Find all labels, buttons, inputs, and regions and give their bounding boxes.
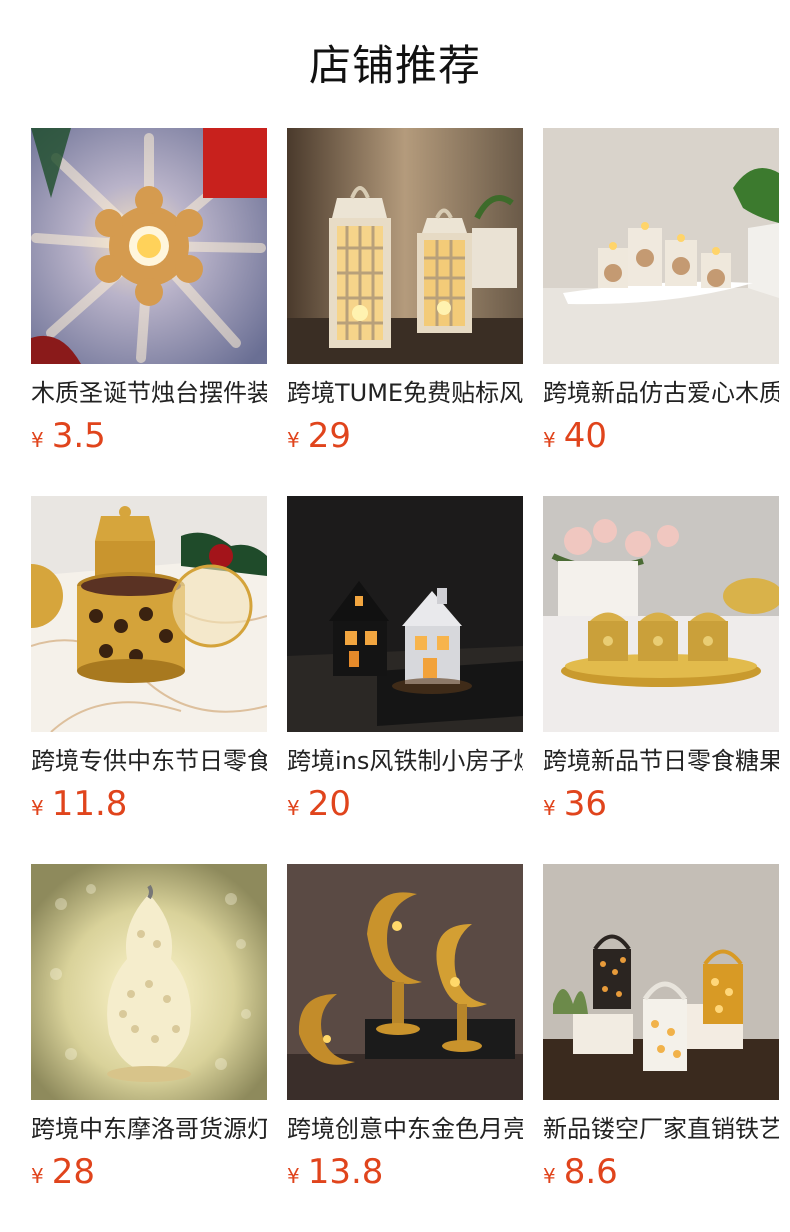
product-image-gourd-lamp[interactable] [31,864,267,1100]
price-value: 20 [307,784,351,824]
product-price: ¥36 [543,784,779,830]
product-price: ¥40 [543,416,779,462]
product-price: ¥13.8 [287,1152,523,1198]
price-value: 13.8 [307,1152,384,1192]
product-image-snowflake-candle-holder[interactable] [31,128,267,364]
section-title: 店铺推荐 [308,41,481,90]
product-name[interactable]: 跨境新品节日零食糖果罐托盘 [543,744,779,778]
product-name[interactable]: 木质圣诞节烛台摆件装饰 [31,376,267,410]
product-price: ¥20 [287,784,523,830]
product-card[interactable]: 跨境专供中东节日零食糖果罐 ¥11.8 [31,496,267,864]
product-card[interactable]: 跨境ins风铁制小房子烛台 ¥20 [287,496,523,864]
price-value: 36 [563,784,607,824]
product-price: ¥28 [31,1152,267,1198]
price-value: 29 [307,416,351,456]
price-value: 8.6 [563,1152,618,1192]
product-image-hollow-iron-lanterns[interactable] [543,864,779,1100]
currency-symbol: ¥ [31,796,44,820]
shop-recommendations-page: 店铺推荐 木质圣诞节烛台摆件装 ¥ 3.5 跨境TUME免费贴标风灯 ¥ 29 … [0,0,790,1232]
product-card[interactable]: 跨境中东摩洛哥货源灯笼 ¥28 [31,864,267,1232]
product-name[interactable]: 跨境创意中东金色月亮烛台 [287,1112,523,1146]
price-value: 11.8 [51,784,128,824]
product-name[interactable]: 跨境中东摩洛哥货源灯笼 [31,1112,267,1146]
product-card[interactable]: 跨境新品仿古爱心木质烛台 ¥40 [543,128,779,496]
price-value: 3.5 [51,416,106,456]
product-card[interactable]: 跨境TUME免费贴标风灯 ¥29 [287,128,523,496]
product-card[interactable]: 跨境创意中东金色月亮烛台 ¥13.8 [287,864,523,1232]
product-name[interactable]: 跨境新品仿古爱心木质烛台 [543,376,779,410]
product-image-gold-moon-holders[interactable] [287,864,523,1100]
product-name[interactable]: 跨境专供中东节日零食糖果罐 [31,744,267,778]
product-card[interactable]: 新品镂空厂家直销铁艺烛台 ¥8.6 [543,864,779,1232]
currency-symbol: ¥ [543,796,556,820]
product-card[interactable]: 跨境新品节日零食糖果罐托盘 ¥36 [543,496,779,864]
product-image-metal-houses[interactable] [287,496,523,732]
product-card[interactable]: 木质圣诞节烛台摆件装饰 ¥3.5 [31,128,267,496]
product-name[interactable]: 新品镂空厂家直销铁艺烛台 [543,1112,779,1146]
product-name[interactable]: 跨境TUME免费贴标风灯 [287,376,523,410]
currency-symbol: ¥ [31,1164,44,1188]
currency-symbol: ¥ [287,1164,300,1188]
product-name[interactable]: 跨境ins风铁制小房子烛台 [287,744,523,778]
currency-symbol: ¥ [543,428,556,452]
product-price: ¥8.6 [543,1152,779,1198]
product-image-gold-candy-jars[interactable] [31,496,267,732]
product-image-home-candles[interactable] [543,128,779,364]
product-price: ¥29 [287,416,523,462]
product-image-white-lanterns[interactable] [287,128,523,364]
price-value: 28 [51,1152,95,1192]
price-value: 40 [563,416,607,456]
currency-symbol: ¥ [287,428,300,452]
product-price: ¥11.8 [31,784,267,830]
currency-symbol: ¥ [287,796,300,820]
currency-symbol: ¥ [31,428,44,452]
product-image-gold-jar-tray[interactable] [543,496,779,732]
product-grid: 木质圣诞节烛台摆件装饰 ¥3.5 [31,128,779,1232]
product-price: ¥3.5 [31,416,267,462]
currency-symbol: ¥ [543,1164,556,1188]
